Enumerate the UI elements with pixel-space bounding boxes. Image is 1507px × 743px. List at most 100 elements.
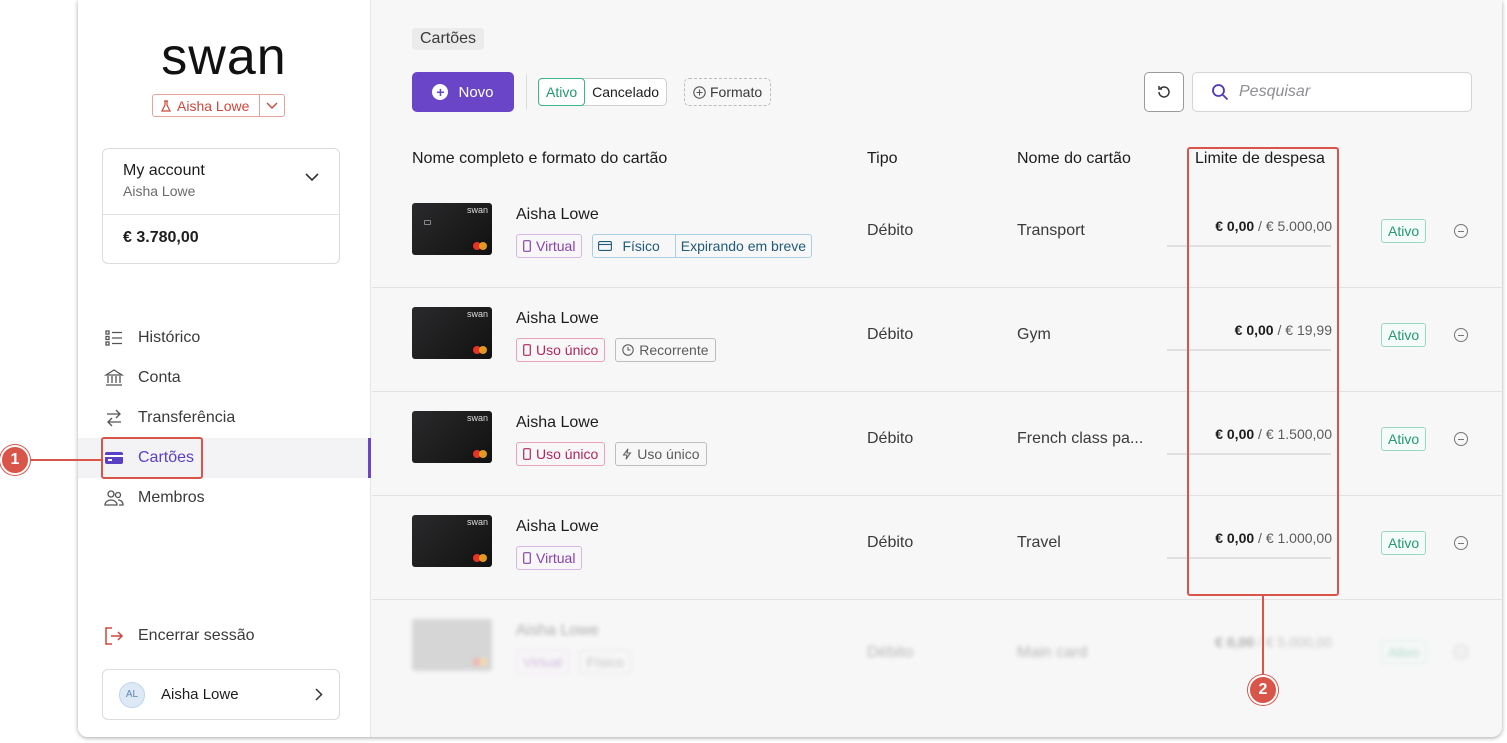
card-type: Débito [867, 644, 914, 661]
tag-virtual: Virtual [516, 650, 570, 674]
card-name: Gym [1017, 326, 1051, 343]
column-header-card-name: Nome do cartão [1017, 150, 1131, 167]
sidebar-item-label: Transferência [138, 409, 236, 426]
tag-physical: Físico [579, 650, 631, 674]
tag-physical-expiring: Físico Expirando em breve [592, 234, 813, 258]
callout-line [1262, 596, 1264, 674]
card-name: Main card [1017, 644, 1088, 661]
account-title: My account [123, 162, 205, 179]
breadcrumb: Cartões [412, 28, 485, 50]
plus-circle-icon [693, 85, 706, 99]
sidebar-item-membros[interactable]: Membros [78, 478, 371, 518]
swan-logo: swan [161, 32, 286, 82]
status-badge: Ativo [1381, 219, 1427, 243]
tag-single-use: Uso único [516, 442, 606, 466]
callout-marker-1: 1 [0, 445, 30, 475]
highlight-box-spending-limit [1187, 147, 1339, 596]
card-thumbnail: swan [412, 307, 492, 359]
tag-single-use-bolt: Uso único [615, 442, 707, 466]
card-type: Débito [867, 326, 914, 343]
card-type: Débito [867, 534, 914, 551]
chevron-down-icon[interactable] [305, 173, 319, 182]
format-filter-label: Formato [710, 84, 763, 100]
plus-icon: + [432, 84, 449, 100]
card-thumbnail: swan [412, 203, 492, 255]
highlight-box-cards-nav [101, 437, 203, 479]
card-thumbnail: swan [412, 515, 492, 567]
cardholder-name: Aisha Lowe [516, 414, 599, 431]
cancel-card-icon[interactable] [1454, 328, 1468, 342]
card-name: French class pa... [1017, 430, 1144, 447]
card-type: Débito [867, 222, 914, 239]
sidebar-item-conta[interactable]: Conta [78, 358, 371, 398]
tag-recurring: Recorrente [615, 338, 716, 362]
user-name: Aisha Lowe [161, 686, 239, 703]
mastercard-icon [473, 658, 487, 666]
search-icon [1212, 84, 1229, 101]
cancel-card-icon[interactable] [1454, 645, 1468, 659]
account-selector[interactable]: My account Aisha Lowe € 3.780,00 [102, 148, 340, 264]
sidebar-item-label: Histórico [138, 329, 201, 346]
toolbar-divider [526, 74, 527, 110]
sidebar: swan Aisha Lowe My account Aisha Lowe € … [78, 0, 371, 737]
cancel-card-icon[interactable] [1454, 536, 1468, 550]
card-thumbnail: swan [412, 411, 492, 463]
account-balance: € 3.780,00 [123, 229, 199, 246]
mastercard-icon [473, 554, 487, 562]
phone-icon [523, 240, 531, 252]
refresh-button[interactable] [1144, 72, 1184, 112]
list-icon [105, 330, 122, 346]
phone-icon [523, 552, 531, 564]
filter-ativo[interactable]: Ativo [538, 78, 586, 106]
tag-virtual: Virtual [516, 546, 583, 570]
logout-icon [105, 627, 124, 645]
new-card-button[interactable]: + Novo [412, 72, 514, 112]
tag-virtual: Virtual [516, 234, 583, 258]
spending-limit: € 0,00 / € 5.000,00 [1215, 634, 1332, 650]
mastercard-icon [473, 346, 487, 354]
phone-icon [523, 344, 531, 356]
card-icon [598, 241, 613, 251]
search-input[interactable]: Pesquisar [1192, 72, 1472, 112]
column-header-type: Tipo [867, 150, 898, 167]
avatar: AL [119, 681, 145, 708]
sidebar-item-transferencia[interactable]: Transferência [78, 398, 371, 438]
members-icon [104, 490, 124, 506]
logout-label: Encerrar sessão [138, 627, 255, 644]
transfer-icon [107, 409, 121, 427]
project-selector[interactable]: Aisha Lowe [152, 94, 286, 117]
callout-line [30, 459, 101, 461]
filter-cancelado[interactable]: Cancelado [585, 79, 666, 105]
project-name: Aisha Lowe [177, 97, 250, 114]
svg-text:swan: swan [161, 32, 286, 82]
clock-icon [622, 344, 635, 356]
cancel-card-icon[interactable] [1454, 224, 1468, 238]
sidebar-item-label: Membros [138, 489, 205, 506]
account-holder: Aisha Lowe [123, 183, 196, 199]
callout-marker-2: 2 [1248, 675, 1278, 705]
format-filter-button[interactable]: Formato [684, 78, 772, 106]
sidebar-item-historico[interactable]: Histórico [78, 318, 371, 358]
card-type: Débito [867, 430, 914, 447]
status-badge: Ativo [1381, 323, 1427, 347]
new-card-label: Novo [458, 83, 494, 101]
search-placeholder: Pesquisar [1239, 83, 1311, 100]
bolt-icon [622, 448, 632, 460]
logout-button[interactable]: Encerrar sessão [104, 626, 255, 646]
sidebar-nav: Histórico Conta Transferência Cartões Me… [78, 318, 371, 518]
card-thumbnail [412, 619, 492, 671]
cardholder-name: Aisha Lowe [516, 310, 599, 327]
mastercard-icon [473, 242, 487, 250]
status-badge: Ativo [1381, 531, 1427, 555]
sidebar-item-label: Conta [138, 369, 181, 386]
phone-icon [523, 448, 531, 460]
table-row[interactable]: Aisha Lowe Virtual Físico Débito Main ca… [372, 600, 1502, 704]
cancel-card-icon[interactable] [1454, 432, 1468, 446]
tag-single-use: Uso único [516, 338, 606, 362]
status-badge: Ativo [1381, 427, 1427, 451]
chevron-down-icon[interactable] [260, 95, 284, 116]
card-name: Transport [1017, 222, 1085, 239]
status-filter: Ativo Cancelado [538, 78, 668, 106]
user-menu[interactable]: AL Aisha Lowe [102, 669, 340, 720]
refresh-icon [1158, 86, 1170, 98]
